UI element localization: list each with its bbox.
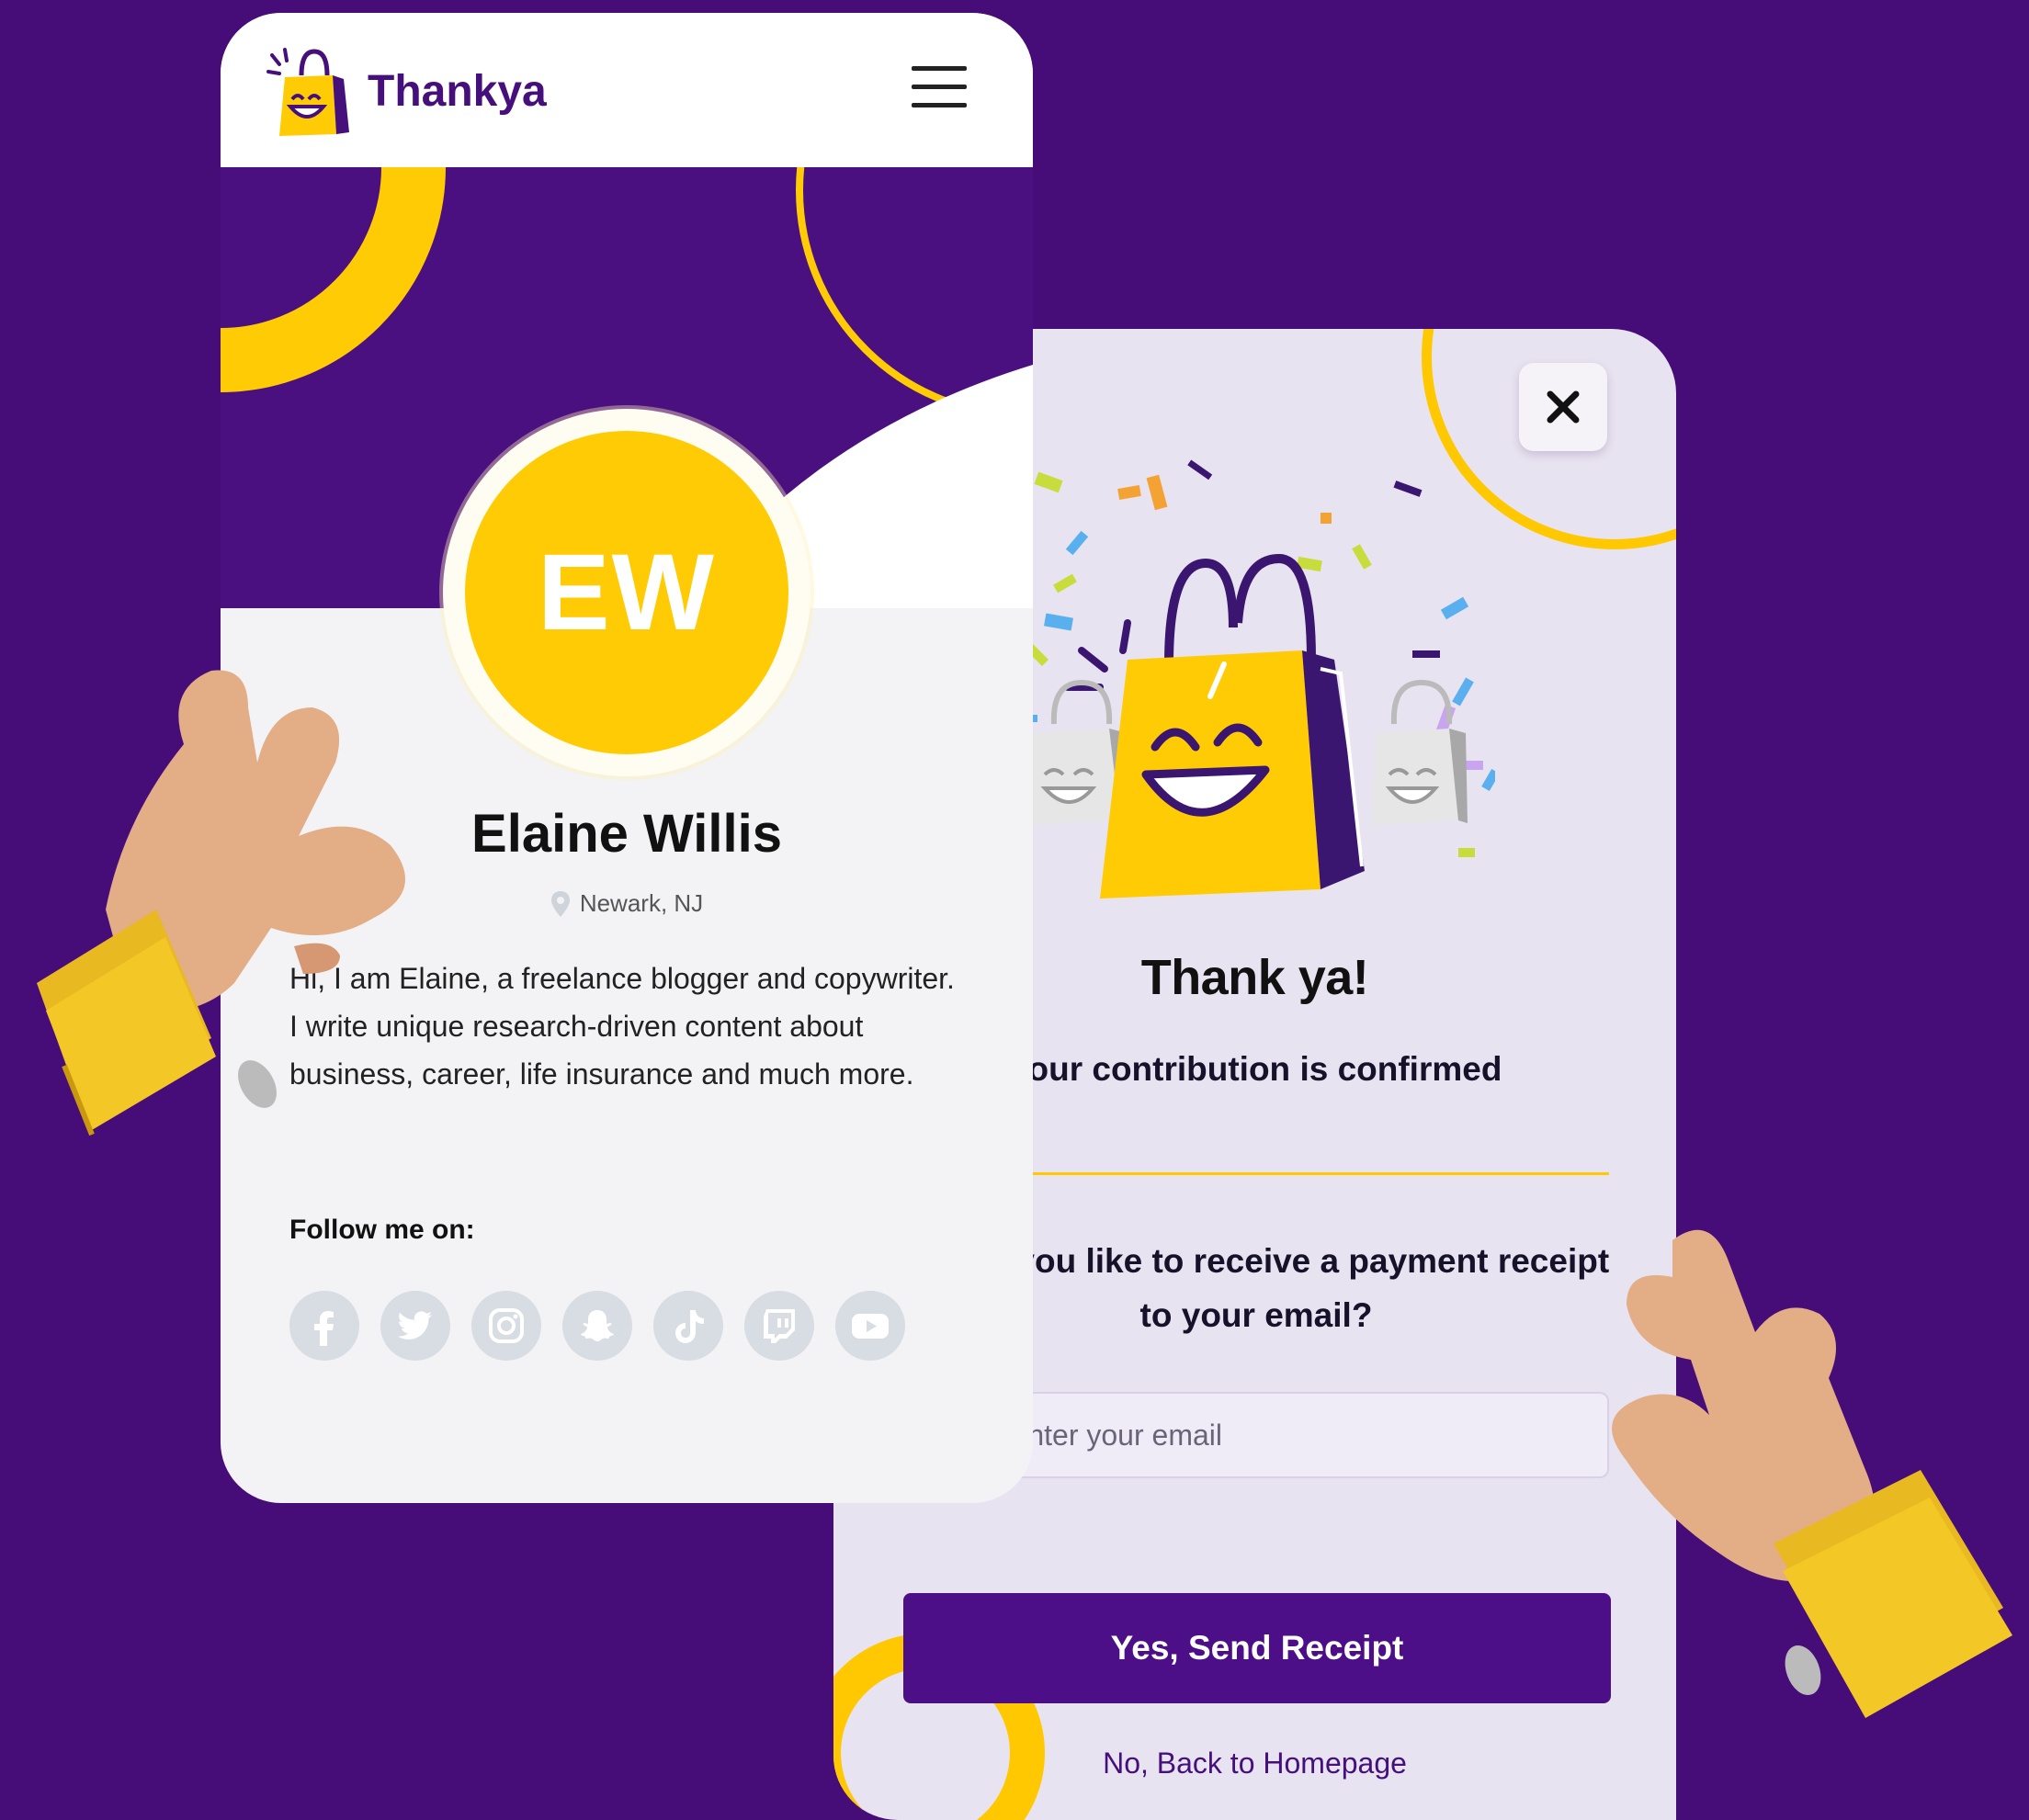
twitch-button[interactable] <box>744 1291 814 1361</box>
snapchat-icon <box>581 1310 614 1341</box>
grey-bag-right <box>1371 679 1468 825</box>
location-pin-icon <box>550 890 570 917</box>
youtube-icon <box>852 1314 889 1339</box>
facebook-button[interactable] <box>289 1291 359 1361</box>
twitter-button[interactable] <box>380 1291 450 1361</box>
back-to-homepage-link[interactable]: No, Back to Homepage <box>833 1747 1676 1780</box>
instagram-button[interactable] <box>471 1291 541 1361</box>
brand-name[interactable]: Thankya <box>368 66 547 117</box>
tiktok-icon <box>675 1310 704 1343</box>
instagram-icon <box>489 1308 524 1343</box>
send-receipt-button[interactable]: Yes, Send Receipt <box>903 1593 1611 1703</box>
youtube-button[interactable] <box>835 1291 905 1361</box>
profile-card: Thankya EW Elaine Willis Newark, NJ Hi, … <box>221 13 1033 1503</box>
twitter-icon <box>397 1311 432 1340</box>
logo-icon <box>266 48 349 136</box>
follow-label: Follow me on: <box>289 1215 475 1245</box>
celebration-bags-illustration <box>1017 459 1495 899</box>
main-yellow-bag <box>1100 553 1365 899</box>
close-icon <box>1547 390 1580 424</box>
avatar: EW <box>465 431 788 754</box>
top-nav: Thankya <box>221 13 1033 167</box>
hamburger-menu-icon[interactable] <box>912 66 967 110</box>
snapchat-button[interactable] <box>562 1291 632 1361</box>
close-button[interactable] <box>1519 363 1607 451</box>
location: Newark, NJ <box>221 889 1033 918</box>
twitch-icon <box>764 1309 795 1343</box>
profile-bio: Hi, I am Elaine, a freelance blogger and… <box>289 962 955 1091</box>
facebook-icon <box>314 1311 334 1346</box>
tiktok-button[interactable] <box>653 1291 723 1361</box>
profile-name: Elaine Willis <box>471 804 782 864</box>
location-text: Newark, NJ <box>579 889 704 917</box>
